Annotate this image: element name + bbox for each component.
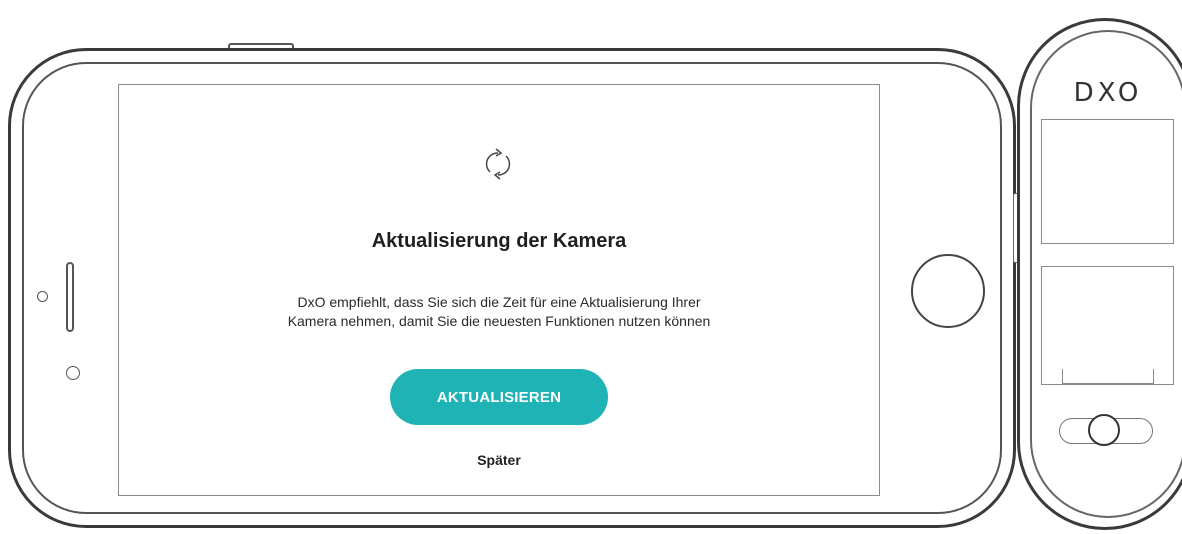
camera-divider — [1041, 243, 1174, 244]
phone-front-camera — [37, 291, 48, 302]
camera-panel-top — [1041, 119, 1174, 243]
later-link[interactable]: Später — [118, 452, 880, 468]
camera-logo: DXO — [1073, 78, 1143, 108]
sync-icon — [476, 142, 520, 186]
dialog-description: DxO empfiehlt, dass Sie sich die Zeit fü… — [200, 293, 798, 331]
phone-home-button[interactable] — [911, 254, 985, 328]
description-line-1: DxO empfiehlt, dass Sie sich die Zeit fü… — [297, 294, 701, 310]
camera-divider — [1041, 384, 1174, 385]
phone-sensor — [66, 366, 80, 380]
update-button[interactable]: AKTUALISIEREN — [390, 369, 608, 425]
camera-tab — [1062, 369, 1154, 384]
phone-speaker — [66, 262, 74, 332]
dialog-title: Aktualisierung der Kamera — [371, 230, 627, 252]
camera-shutter-knob[interactable] — [1088, 414, 1120, 446]
camera-panel-bottom — [1041, 266, 1174, 384]
description-line-2: Kamera nehmen, damit Sie die neuesten Fu… — [287, 313, 711, 329]
